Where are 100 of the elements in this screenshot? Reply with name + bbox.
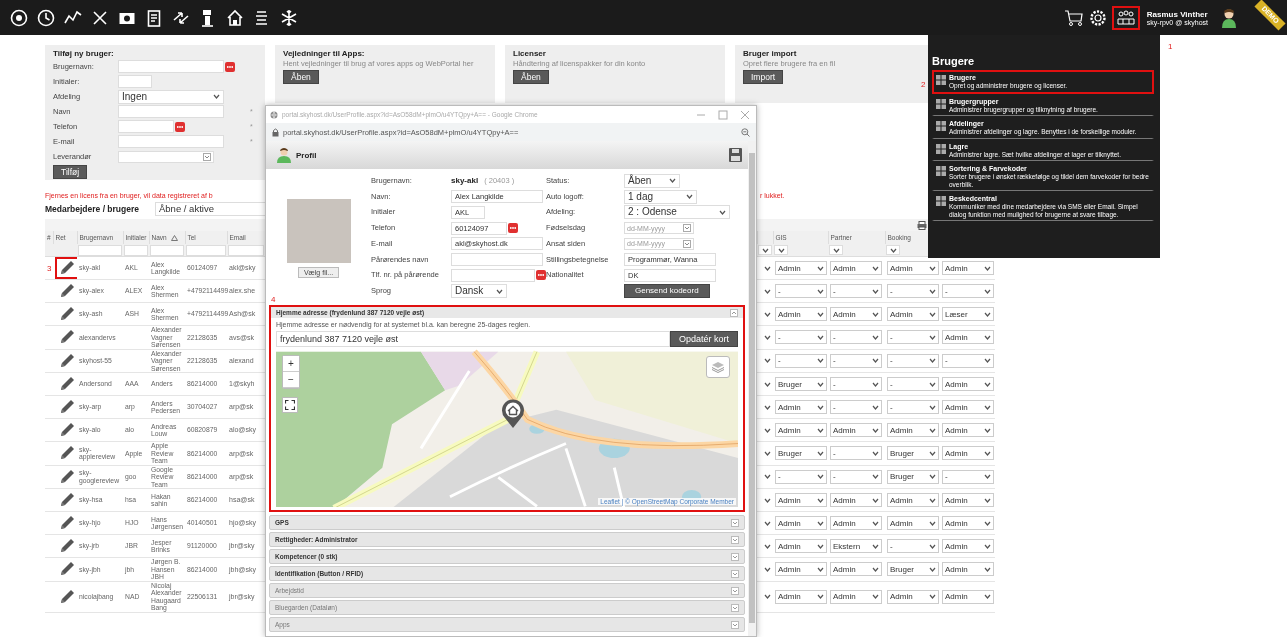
more-button[interactable] bbox=[225, 61, 235, 72]
dropdown[interactable]: Åben bbox=[624, 173, 680, 188]
dropdown[interactable]: Dansk bbox=[451, 284, 507, 299]
role-dropdown[interactable]: Admin bbox=[942, 562, 994, 577]
scrollbar[interactable] bbox=[748, 141, 756, 636]
magnifier-icon[interactable] bbox=[741, 127, 750, 137]
role-dropdown[interactable]: Admin bbox=[775, 493, 827, 507]
filter-dropdown[interactable] bbox=[758, 245, 772, 255]
role-dropdown[interactable]: Admin bbox=[887, 493, 939, 507]
role-dropdown[interactable]: Admin bbox=[775, 539, 827, 553]
resend-password-button[interactable]: Gensend kodeord bbox=[624, 284, 710, 299]
role-dropdown[interactable]: Admin bbox=[830, 493, 882, 507]
filter-field[interactable] bbox=[186, 244, 226, 256]
role-dropdown[interactable]: - bbox=[830, 377, 882, 391]
update-map-button[interactable]: Opdatér kort bbox=[669, 331, 738, 347]
role-dropdown[interactable]: Admin bbox=[942, 423, 994, 437]
role-dropdown[interactable]: - bbox=[830, 400, 882, 414]
more-button[interactable] bbox=[508, 223, 518, 234]
avatar-icon[interactable] bbox=[1221, 7, 1237, 28]
role-dropdown[interactable]: Admin bbox=[775, 261, 827, 275]
filter-field[interactable] bbox=[78, 244, 122, 256]
role-dropdown[interactable]: Admin bbox=[775, 307, 827, 321]
role-dropdown[interactable]: - bbox=[887, 400, 939, 414]
role-dropdown[interactable]: Admin bbox=[887, 307, 939, 321]
sort-icon[interactable] bbox=[170, 235, 178, 242]
role-dropdown[interactable]: Bruger bbox=[887, 446, 939, 461]
dropdown[interactable]: Ingen bbox=[118, 89, 224, 104]
role-dropdown[interactable]: - bbox=[775, 353, 827, 368]
role-dropdown[interactable]: Admin bbox=[887, 261, 939, 275]
role-dropdown[interactable]: Admin bbox=[942, 377, 994, 391]
dropdown[interactable]: 1 dag bbox=[624, 189, 697, 204]
clock-icon[interactable] bbox=[37, 8, 55, 27]
role-dropdown[interactable]: Bruger bbox=[887, 469, 939, 484]
filter-dropdown[interactable] bbox=[774, 245, 788, 255]
role-dropdown[interactable]: Bruger bbox=[775, 377, 827, 391]
role-dropdown[interactable]: - bbox=[887, 330, 939, 345]
cart-icon[interactable] bbox=[1063, 8, 1084, 27]
add-button[interactable]: Tilføj bbox=[53, 165, 88, 179]
filter-field[interactable] bbox=[124, 244, 148, 256]
role-dropdown[interactable]: - bbox=[887, 353, 939, 368]
role-dropdown[interactable]: Admin bbox=[830, 423, 882, 437]
role-dropdown[interactable]: Admin bbox=[775, 400, 827, 414]
text-field[interactable] bbox=[118, 60, 224, 73]
snowflake-icon[interactable] bbox=[280, 8, 298, 27]
text-field[interactable] bbox=[451, 268, 535, 282]
print-icon[interactable] bbox=[917, 220, 927, 230]
role-dropdown[interactable]: Admin bbox=[775, 562, 827, 577]
role-dropdown[interactable]: - bbox=[830, 330, 882, 345]
role-dropdown[interactable]: Admin bbox=[775, 516, 827, 530]
role-dropdown[interactable]: - bbox=[830, 284, 882, 298]
text-field[interactable] bbox=[118, 135, 224, 148]
role-dropdown[interactable]: - bbox=[942, 284, 994, 298]
text-field[interactable] bbox=[118, 105, 224, 118]
role-dropdown[interactable]: Admin bbox=[830, 516, 882, 530]
clipboard-icon[interactable] bbox=[145, 8, 163, 27]
role-dropdown[interactable]: Bruger bbox=[887, 562, 939, 577]
role-dropdown[interactable]: - bbox=[942, 353, 994, 368]
role-dropdown[interactable]: Admin bbox=[887, 589, 939, 604]
role-dropdown[interactable]: - bbox=[830, 469, 882, 484]
role-dropdown[interactable]: - bbox=[887, 377, 939, 391]
role-dropdown[interactable]: Admin bbox=[830, 589, 882, 604]
role-dropdown[interactable]: - bbox=[830, 353, 882, 368]
filter-field[interactable] bbox=[150, 244, 184, 256]
role-dropdown[interactable]: Admin bbox=[942, 589, 994, 604]
dropdown[interactable]: 2 : Odense bbox=[624, 205, 730, 220]
settings-icon[interactable] bbox=[1088, 8, 1107, 27]
address-field[interactable]: frydenlund 387 7120 vejle øst bbox=[276, 331, 670, 347]
role-dropdown[interactable]: - bbox=[942, 469, 994, 484]
tools-icon[interactable] bbox=[91, 8, 109, 27]
role-dropdown[interactable]: - bbox=[775, 469, 827, 484]
fullscreen-button[interactable] bbox=[282, 397, 298, 413]
role-dropdown[interactable]: - bbox=[775, 330, 827, 345]
role-dropdown[interactable]: - bbox=[775, 284, 827, 298]
text-field[interactable] bbox=[451, 253, 543, 267]
more-button[interactable] bbox=[175, 121, 185, 132]
text-field[interactable] bbox=[118, 120, 174, 133]
role-dropdown[interactable]: Ekstern bbox=[830, 539, 882, 553]
save-icon[interactable] bbox=[729, 148, 742, 162]
more-button[interactable] bbox=[536, 270, 546, 281]
role-dropdown[interactable]: Admin bbox=[942, 516, 994, 530]
role-dropdown[interactable]: Admin bbox=[830, 307, 882, 321]
filter-dropdown[interactable] bbox=[829, 245, 843, 255]
users-button[interactable] bbox=[1111, 5, 1140, 30]
filter-field[interactable] bbox=[228, 244, 264, 256]
role-dropdown[interactable]: Admin bbox=[830, 562, 882, 577]
role-dropdown[interactable]: Admin bbox=[942, 261, 994, 275]
role-dropdown[interactable]: - bbox=[830, 446, 882, 461]
role-dropdown[interactable]: - bbox=[887, 284, 939, 298]
role-dropdown[interactable]: Admin bbox=[887, 423, 939, 437]
role-dropdown[interactable]: Admin bbox=[942, 493, 994, 507]
house-icon[interactable] bbox=[226, 8, 244, 27]
role-dropdown[interactable]: Admin bbox=[775, 423, 827, 437]
filter-dropdown[interactable]: Åbne / aktive bbox=[155, 202, 267, 216]
role-dropdown[interactable]: Bruger bbox=[775, 446, 827, 461]
text-field[interactable] bbox=[118, 75, 152, 88]
role-dropdown[interactable]: Admin bbox=[942, 539, 994, 553]
open-button[interactable]: Åben bbox=[513, 70, 549, 84]
role-dropdown[interactable]: - bbox=[887, 539, 939, 553]
role-dropdown[interactable]: Admin bbox=[942, 446, 994, 461]
zoom-in-button[interactable]: + bbox=[283, 356, 299, 372]
